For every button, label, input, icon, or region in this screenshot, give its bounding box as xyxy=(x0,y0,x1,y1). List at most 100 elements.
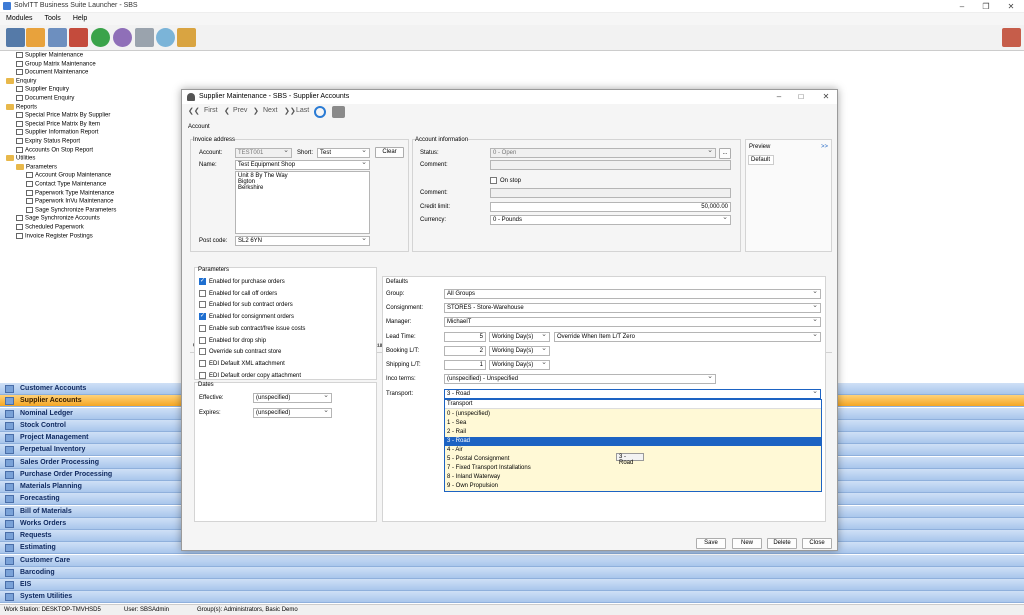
transport-field[interactable]: 3 - Road xyxy=(444,389,821,399)
list-tool-icon[interactable] xyxy=(26,28,45,47)
globe-tool-icon[interactable] xyxy=(113,28,132,47)
minimize-icon[interactable]: – xyxy=(954,1,970,12)
clipboard-tool-icon[interactable] xyxy=(135,28,154,47)
expires-field[interactable]: (unspecified) xyxy=(253,408,332,418)
tree-item[interactable]: Enquiry xyxy=(6,77,36,84)
tree-item[interactable]: Expiry Status Report xyxy=(16,138,80,145)
modules-tool-icon[interactable] xyxy=(6,28,25,47)
search-tool-icon[interactable] xyxy=(91,28,110,47)
tree-item[interactable]: Supplier Enquiry xyxy=(16,86,69,93)
parameter-checkbox[interactable] xyxy=(199,301,206,309)
tree-item[interactable]: Paperwork Type Maintenance xyxy=(26,189,114,196)
parameter-checkbox[interactable] xyxy=(199,324,206,332)
inco-terms-field[interactable]: (unspecified) - Unspecified xyxy=(444,374,716,384)
prev-icon[interactable]: ❮ xyxy=(224,107,230,115)
tree-item[interactable]: Accounts On Stop Report xyxy=(16,146,93,153)
delete-button[interactable]: Delete xyxy=(767,538,797,549)
refresh-icon[interactable] xyxy=(314,106,326,118)
first-icon[interactable]: ❮❮ xyxy=(188,107,200,115)
tree-item[interactable]: Sage Synchronize Parameters xyxy=(26,206,116,213)
transport-option[interactable]: 8 - Inland Waterway xyxy=(445,473,821,482)
transport-option[interactable]: 3 - Road xyxy=(445,437,821,446)
transport-option[interactable]: 2 - Rail xyxy=(445,428,821,437)
last-button[interactable]: Last xyxy=(296,107,309,114)
manager-field[interactable]: MichaelT xyxy=(444,317,821,327)
status-field[interactable]: 0 - Open xyxy=(490,148,716,158)
tree-item[interactable]: Sage Synchronize Accounts xyxy=(16,215,100,222)
new-button[interactable]: New xyxy=(732,538,762,549)
shipping-lt-field[interactable]: 1 xyxy=(444,360,486,370)
parameter-checkbox[interactable] xyxy=(199,312,206,321)
tree-item[interactable]: Supplier Maintenance xyxy=(16,52,83,59)
folders-tool-icon[interactable] xyxy=(177,28,196,47)
tree-item[interactable]: Special Price Matrix By Item xyxy=(16,120,100,127)
parameter-checkbox[interactable] xyxy=(199,359,206,367)
save-button[interactable]: Save xyxy=(696,538,726,549)
tree-item[interactable]: Account Group Maintenance xyxy=(26,172,111,179)
close-icon[interactable]: ✕ xyxy=(1003,1,1019,12)
tree-item[interactable]: Document Enquiry xyxy=(16,95,74,102)
address-field[interactable]: Unit 8 By The Way Bigton Berkshire xyxy=(235,171,370,234)
clear-button[interactable]: Clear xyxy=(375,147,404,158)
booking-lt-unit[interactable]: Working Day(s) xyxy=(489,346,550,356)
preview-default-tab[interactable]: Default xyxy=(748,155,774,165)
credit-limit-field[interactable]: 50,000.00 xyxy=(490,202,731,212)
close-button[interactable]: Close xyxy=(802,538,832,549)
documents-tool-icon[interactable] xyxy=(48,28,67,47)
tree-item[interactable]: Utilities xyxy=(6,155,35,162)
module-barcoding[interactable]: Barcoding xyxy=(0,566,1024,579)
parameter-checkbox[interactable] xyxy=(199,336,206,344)
module-system-utilities[interactable]: System Utilities xyxy=(0,591,1024,604)
tree-item[interactable]: Contact Type Maintenance xyxy=(26,181,106,188)
parameter-checkbox[interactable] xyxy=(199,289,206,297)
comment-field-1[interactable] xyxy=(490,160,731,170)
dialog-minimize-icon[interactable]: – xyxy=(771,91,787,102)
parameter-checkbox[interactable] xyxy=(199,348,206,356)
tree-item[interactable]: Parameters xyxy=(16,163,57,170)
effective-field[interactable]: (unspecified) xyxy=(253,393,332,403)
tree-item[interactable]: Invoice Register Postings xyxy=(16,232,93,239)
prev-button[interactable]: Prev xyxy=(233,107,247,114)
comment-field-2[interactable] xyxy=(490,188,731,198)
menu-tools[interactable]: Tools xyxy=(38,13,66,22)
user-tool-icon[interactable] xyxy=(156,28,175,47)
tree-item[interactable]: Scheduled Paperwork xyxy=(16,224,84,231)
dialog-close-icon[interactable]: ✕ xyxy=(818,91,834,102)
module-customer-care[interactable]: Customer Care xyxy=(0,554,1024,567)
tree-item[interactable]: Paperwork InVu Maintenance xyxy=(26,198,114,205)
tree-item[interactable]: Reports xyxy=(6,103,37,110)
group-field[interactable]: All Groups xyxy=(444,289,821,299)
name-field[interactable]: Test Equipment Shop xyxy=(235,160,370,170)
currency-field[interactable]: 0 - Pounds xyxy=(490,215,731,225)
transport-option[interactable]: 0 - (unspecified) xyxy=(445,410,821,419)
user-profile-icon[interactable] xyxy=(1002,28,1021,47)
last-icon[interactable]: ❯❯ xyxy=(284,107,296,115)
consignment-field[interactable]: STORES - Store-Warehouse xyxy=(444,303,821,313)
print-icon[interactable] xyxy=(332,106,345,118)
lead-time-field[interactable]: 5 xyxy=(444,332,486,342)
shipping-lt-unit[interactable]: Working Day(s) xyxy=(489,360,550,370)
module-eis[interactable]: EIS xyxy=(0,579,1024,591)
on-stop-checkbox[interactable] xyxy=(490,177,497,184)
tree-item[interactable]: Document Maintenance xyxy=(16,69,88,76)
override-field[interactable]: Override When Item L/T Zero xyxy=(554,332,821,342)
dialog-maximize-icon[interactable]: □ xyxy=(793,91,809,102)
maximize-icon[interactable]: ❐ xyxy=(978,1,994,12)
transport-option[interactable]: 9 - Own Propulsion xyxy=(445,482,821,491)
short-field[interactable]: Test xyxy=(317,148,370,158)
preview-expand-button[interactable]: >> xyxy=(821,144,828,150)
postcode-field[interactable]: SL2 6YN xyxy=(235,236,370,246)
booking-lt-field[interactable]: 2 xyxy=(444,346,486,356)
tree-item[interactable]: Group Matrix Maintenance xyxy=(16,60,96,67)
report-tool-icon[interactable] xyxy=(69,28,88,47)
parameter-checkbox[interactable] xyxy=(199,371,206,379)
status-lookup-button[interactable]: ... xyxy=(719,148,731,159)
tree-item[interactable]: Supplier Information Report xyxy=(16,129,98,136)
first-button[interactable]: First xyxy=(204,107,218,114)
lead-time-unit[interactable]: Working Day(s) xyxy=(489,332,550,342)
parameter-checkbox[interactable] xyxy=(199,277,206,285)
transport-option[interactable]: 1 - Sea xyxy=(445,419,821,428)
menu-modules[interactable]: Modules xyxy=(0,13,38,22)
menu-help[interactable]: Help xyxy=(67,13,93,22)
next-icon[interactable]: ❯ xyxy=(253,107,259,115)
